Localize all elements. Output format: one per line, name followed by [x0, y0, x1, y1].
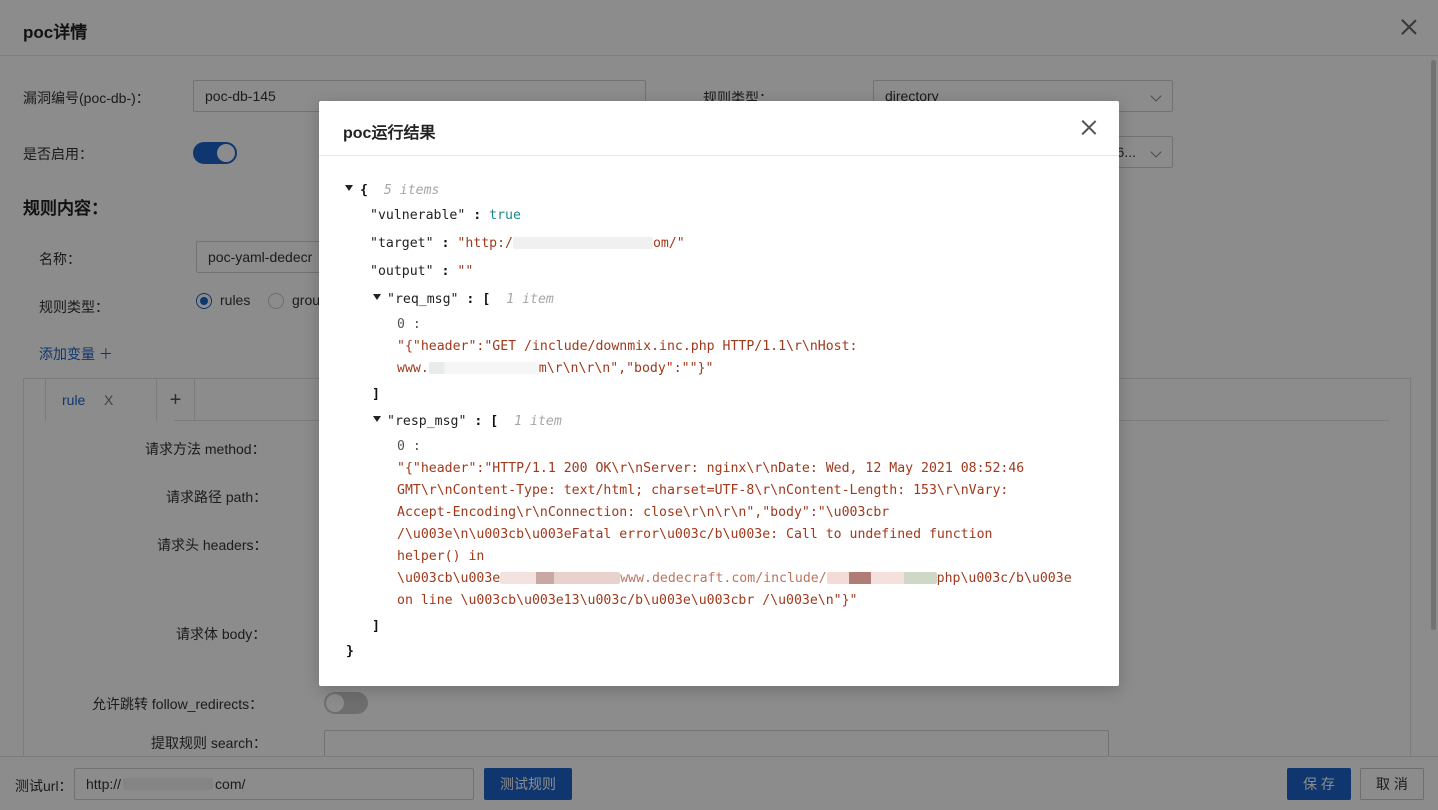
json-resp-line: on line \u003cb\u003e13\u003c/b\u003e\u0…	[397, 593, 858, 608]
json-resp-line-start: \u003cb\u003e	[397, 571, 501, 586]
json-resp-line-end: php\u003c/b\u003e	[936, 571, 1072, 586]
json-array-open: [	[482, 292, 491, 307]
json-req-line: "{"header":"GET /include/downmix.inc.php…	[397, 339, 858, 354]
json-resp-line: GMT\r\nContent-Type: text/html; charset=…	[397, 483, 1009, 498]
redacted-block	[500, 572, 621, 584]
json-array-open: [	[490, 414, 499, 429]
json-array-index: 0 :	[397, 317, 421, 332]
json-value-bool: true	[489, 208, 521, 223]
json-row-output: "output" : ""	[370, 264, 474, 279]
json-root-close: }	[346, 644, 354, 659]
json-key: "target"	[370, 236, 434, 251]
json-array-count: 1 item	[506, 292, 554, 307]
json-key: "resp_msg"	[387, 414, 467, 429]
redacted-block	[826, 572, 937, 584]
json-root-open: {	[360, 183, 368, 198]
json-array-close: ]	[372, 387, 380, 402]
poc-result-modal: poc运行结果 { 5 items "vulnerable" : true "t…	[319, 101, 1119, 686]
json-key: "vulnerable"	[370, 208, 466, 223]
redacted-block	[428, 362, 539, 374]
json-req-line-end: m\r\n\r\n","body":""}"	[538, 361, 714, 376]
json-row-req-msg: "req_msg" : [ 1 item	[387, 292, 554, 307]
json-resp-line: "{"header":"HTTP/1.1 200 OK\r\nServer: n…	[397, 461, 1025, 476]
json-value-string: om/"	[652, 236, 685, 251]
json-req-line-start: www.	[397, 361, 429, 376]
json-resp-line: \u003cb\u003e www.dedecraft.com/include/p…	[397, 571, 1072, 586]
json-viewer: { 5 items "vulnerable" : true "target" :…	[319, 101, 1119, 686]
json-row-vulnerable: "vulnerable" : true	[370, 208, 521, 223]
json-array-index: 0 :	[397, 439, 421, 454]
json-array-count: 1 item	[514, 414, 562, 429]
collapse-caret-icon[interactable]	[373, 416, 381, 422]
collapse-caret-icon[interactable]	[373, 294, 381, 300]
redacted-block	[512, 237, 653, 249]
json-key: "output"	[370, 264, 434, 279]
json-array-close: ]	[372, 619, 380, 634]
collapse-caret-icon[interactable]	[345, 185, 353, 191]
json-root-row: { 5 items	[360, 183, 439, 198]
json-root-count: 5 items	[383, 183, 440, 198]
json-resp-line: Accept-Encoding\r\nConnection: close\r\n…	[397, 505, 890, 520]
json-resp-line: helper() in	[397, 549, 485, 564]
json-req-line: www. m\r\n\r\n","body":""}"	[397, 361, 713, 376]
json-row-resp-msg: "resp_msg" : [ 1 item	[387, 414, 562, 429]
json-resp-line: /\u003e\n\u003cb\u003eFatal error\u003c/…	[397, 527, 993, 542]
json-value-string: ""	[457, 264, 474, 279]
json-key: "req_msg"	[387, 292, 459, 307]
json-resp-line-middle: www.dedecraft.com/include/	[620, 571, 827, 586]
json-row-target: "target" : "http:/om/"	[370, 236, 685, 251]
json-value-string: "http:/	[457, 236, 513, 251]
